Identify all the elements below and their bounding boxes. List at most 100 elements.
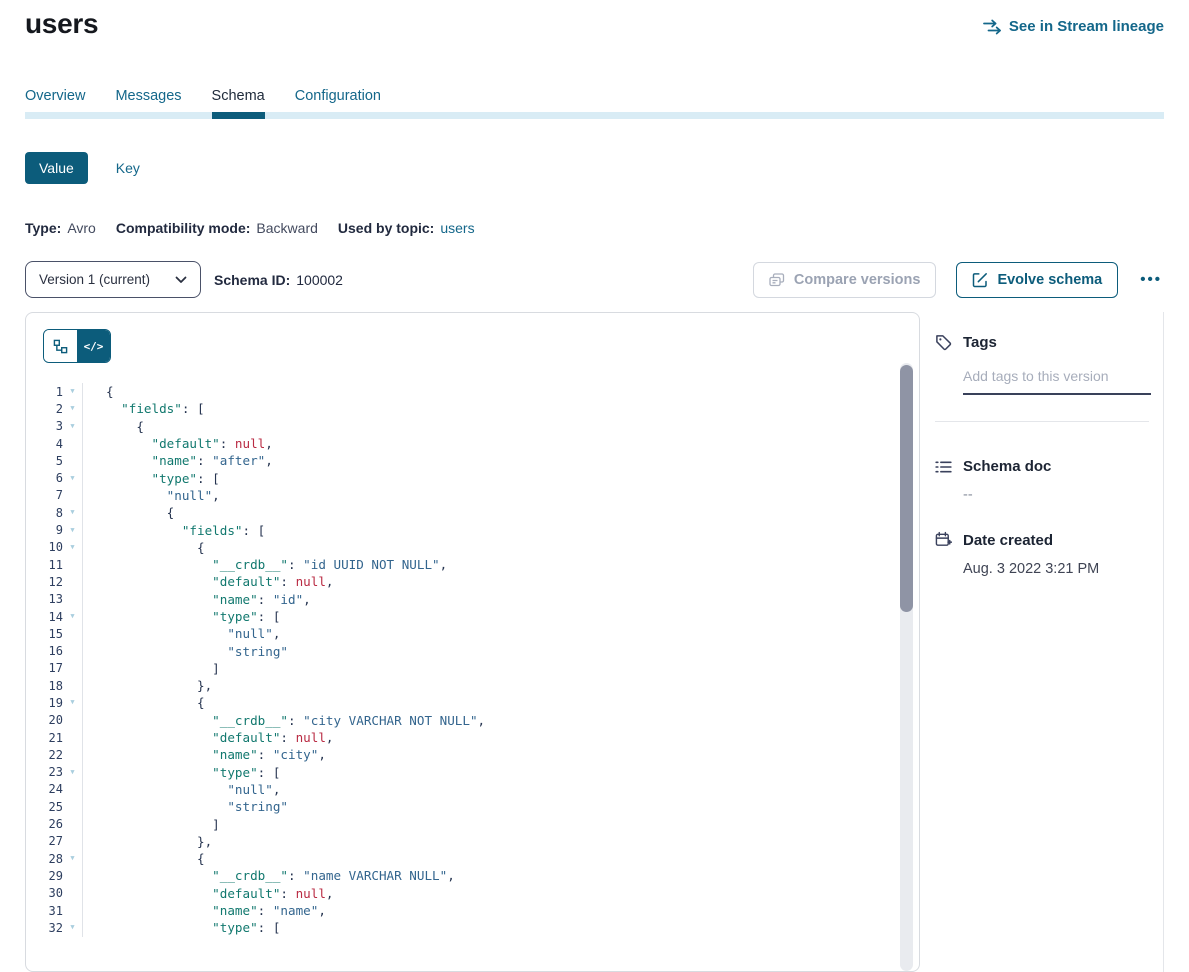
code-line-text: "null", [83,782,280,797]
stream-lineage-link[interactable]: See in Stream lineage [983,18,1164,35]
fold-arrow-icon[interactable]: ▼ [63,924,82,931]
value-key-toggle: Value Key [25,152,1164,184]
code-line-text: "__crdb__": "name VARCHAR NULL", [83,868,455,883]
line-number: 2 [26,402,63,416]
code-line-text: "__crdb__": "city VARCHAR NOT NULL", [83,713,485,728]
schema-id-label: Schema ID: [214,272,290,288]
line-number: 23 [26,765,63,779]
editor-toolbar: </> [26,313,919,363]
line-number: 30 [26,886,63,900]
tree-view-icon [53,339,68,354]
schema-actions: Compare versions Evolve schema ••• [753,262,1164,298]
used-by-topic-link[interactable]: users [440,220,474,236]
code-line: 11 "__crdb__": "id UUID NOT NULL", [26,556,919,573]
code-line-text: "type": [ [83,609,280,624]
page-header: users See in Stream lineage [25,0,1164,40]
date-created-header: Date created [935,531,1163,549]
tab-schema[interactable]: Schema [212,88,265,119]
line-gutter: 8▼ [26,504,83,521]
code-line-text: "type": [ [83,765,280,780]
line-gutter: 14▼ [26,608,83,625]
tag-icon [935,334,952,351]
schema-doc-title: Schema doc [963,458,1051,475]
code-line: 15 "null", [26,625,919,642]
more-options-button[interactable]: ••• [1138,267,1164,292]
evolve-schema-button[interactable]: Evolve schema [956,262,1118,298]
code-line: 12 "default": null, [26,573,919,590]
code-editor-panel: </> 1▼{2▼ "fields": [3▼ {4 "default": nu… [25,312,920,972]
date-created-title: Date created [963,532,1053,549]
fold-arrow-icon[interactable]: ▼ [63,699,82,706]
stream-lineage-icon [983,19,1002,35]
editor-scrollbar-thumb[interactable] [900,365,913,612]
code-line-text: ] [83,817,220,832]
line-gutter: 32▼ [26,919,83,936]
fold-arrow-icon[interactable]: ▼ [63,544,82,551]
code-line: 19▼ { [26,694,919,711]
line-number: 27 [26,834,63,848]
version-select[interactable]: Version 1 (current) [25,261,201,298]
line-gutter: 21 [26,729,83,746]
compatibility-value: Backward [256,220,317,236]
schema-doc-header: Schema doc [935,458,1163,475]
line-gutter: 17 [26,660,83,677]
line-gutter: 4 [26,435,83,452]
fold-arrow-icon[interactable]: ▼ [63,509,82,516]
fold-arrow-icon[interactable]: ▼ [63,855,82,862]
line-number: 14 [26,610,63,624]
line-gutter: 1▼ [26,383,83,400]
line-number: 19 [26,696,63,710]
code-line: 29 "__crdb__": "name VARCHAR NULL", [26,867,919,884]
code-line-text: "type": [ [83,920,280,935]
schema-meta-row: Type: Avro Compatibility mode: Backward … [25,220,1164,236]
code-line: 10▼ { [26,539,919,556]
code-line-text: "fields": [ [83,523,265,538]
line-number: 11 [26,558,63,572]
code-line-text: { [83,505,174,520]
code-line-text: "null", [83,626,280,641]
fold-arrow-icon[interactable]: ▼ [63,769,82,776]
code-line-text: "default": null, [83,730,334,745]
fold-arrow-icon[interactable]: ▼ [63,423,82,430]
line-gutter: 18 [26,677,83,694]
code-view-button[interactable]: </> [77,330,110,362]
line-gutter: 9▼ [26,521,83,538]
stream-lineage-label: See in Stream lineage [1009,18,1164,35]
fold-arrow-icon[interactable]: ▼ [63,475,82,482]
fold-arrow-icon[interactable]: ▼ [63,527,82,534]
code-line: 2▼ "fields": [ [26,400,919,417]
fold-arrow-icon[interactable]: ▼ [63,613,82,620]
code-line: 6▼ "type": [ [26,469,919,486]
code-line-text: "name": "id", [83,592,311,607]
compare-versions-button[interactable]: Compare versions [753,262,937,298]
line-number: 8 [26,506,63,520]
tree-view-button[interactable] [44,330,77,362]
schema-sidebar: Tags Schem [920,312,1164,972]
code-line: 9▼ "fields": [ [26,521,919,538]
fold-arrow-icon[interactable]: ▼ [63,405,82,412]
line-gutter: 2▼ [26,400,83,417]
fold-arrow-icon[interactable]: ▼ [63,388,82,395]
line-number: 21 [26,731,63,745]
line-gutter: 20 [26,712,83,729]
code-line: 14▼ "type": [ [26,608,919,625]
type-meta: Type: Avro [25,220,96,236]
value-toggle-button[interactable]: Value [25,152,88,184]
key-toggle-button[interactable]: Key [116,160,140,176]
line-number: 6 [26,471,63,485]
code-line-text: { [83,419,144,434]
schema-id: Schema ID: 100002 [214,272,343,288]
tab-underline-track [25,112,1164,119]
line-gutter: 27 [26,833,83,850]
code-line-text: "__crdb__": "id UUID NOT NULL", [83,557,447,572]
line-number: 15 [26,627,63,641]
line-number: 24 [26,782,63,796]
list-icon [935,460,952,474]
code-line-text: "name": "city", [83,747,326,762]
line-number: 7 [26,488,63,502]
code-line-text: "string" [83,644,288,659]
code-line-text: "default": null, [83,574,334,589]
line-number: 1 [26,385,63,399]
tags-input[interactable] [963,364,1151,395]
code-line: 27 }, [26,833,919,850]
